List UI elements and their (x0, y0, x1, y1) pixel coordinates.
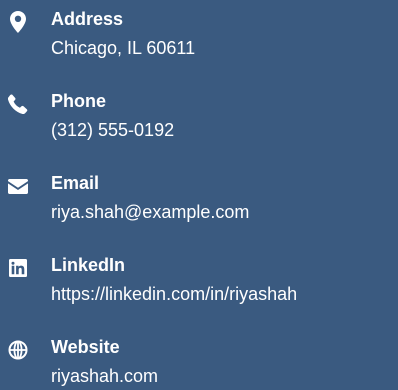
website-value[interactable]: riyashah.com (51, 364, 158, 388)
website-label: Website (51, 337, 120, 357)
website-link[interactable]: riyashah.com (51, 366, 158, 386)
contact-item-website: Website riyashah.com (0, 332, 398, 390)
linkedin-icon (8, 258, 28, 278)
contact-item-email: Email riya.shah@example.com (0, 168, 398, 232)
envelope-icon (8, 176, 28, 196)
phone-icon (8, 94, 28, 114)
contact-item-linkedin: LinkedIn https://linkedin.com/in/riyasha… (0, 250, 398, 314)
phone-value[interactable]: (312) 555-0192 (51, 118, 174, 142)
contact-item-phone: Phone (312) 555-0192 (0, 86, 398, 150)
map-pin-icon (8, 11, 28, 33)
linkedin-link[interactable]: https://linkedin.com/in/riyashah (51, 284, 297, 304)
globe-icon (8, 340, 28, 360)
address-label: Address (51, 9, 124, 29)
email-value[interactable]: riya.shah@example.com (51, 200, 249, 224)
email-label: Email (51, 173, 100, 193)
contact-info-panel: Address Chicago, IL 60611 Phone (312) 55… (0, 0, 398, 390)
email-link[interactable]: riya.shah@example.com (51, 202, 249, 222)
contact-item-address: Address Chicago, IL 60611 (0, 4, 398, 68)
linkedin-label: LinkedIn (51, 255, 126, 275)
phone-link[interactable]: (312) 555-0192 (51, 120, 174, 140)
address-value: Chicago, IL 60611 (51, 38, 196, 58)
linkedin-value[interactable]: https://linkedin.com/in/riyashah (51, 282, 297, 306)
phone-label: Phone (51, 91, 107, 111)
